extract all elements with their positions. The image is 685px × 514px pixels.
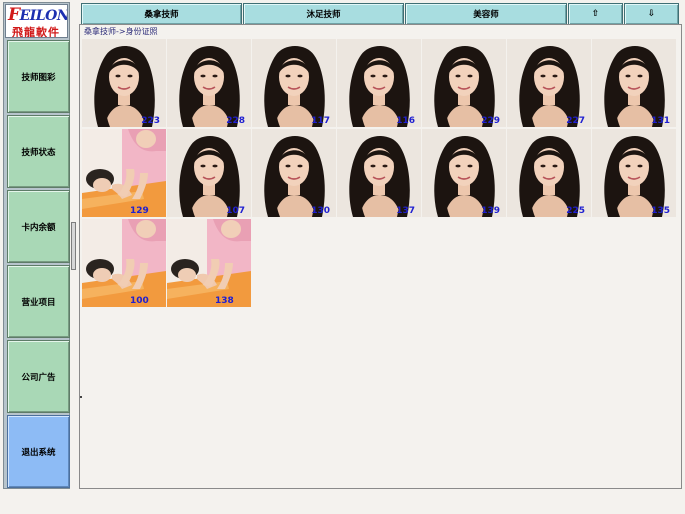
technician-photo[interactable]: 107: [167, 129, 251, 217]
massage-photo-image: [82, 219, 166, 307]
portrait-photo-image: [507, 39, 591, 127]
breadcrumb: 桑拿技师->身份证照: [84, 27, 158, 36]
technician-number: 107: [226, 206, 245, 216]
sidebar-item-label: 公司广告: [21, 372, 56, 383]
company-logo: FEILONG 飛龍軟件: [5, 4, 68, 38]
scroll-down-button[interactable]: ⇩: [624, 3, 679, 25]
sidebar-item-label: 营业项目: [21, 297, 56, 308]
massage-photo-image: [82, 129, 166, 217]
sidebar-item-card-balance[interactable]: 卡内余额: [7, 190, 70, 263]
technician-photo[interactable]: 130: [252, 129, 336, 217]
portrait-photo-image: [167, 129, 251, 217]
technician-number: 225: [566, 206, 585, 216]
technician-number: 137: [396, 206, 415, 216]
technician-number: 129: [130, 206, 149, 216]
technician-photo[interactable]: 225: [507, 129, 591, 217]
technician-photo[interactable]: 135: [592, 129, 676, 217]
technician-photo[interactable]: 100: [82, 219, 166, 307]
tab-beautician[interactable]: 美容师: [405, 3, 567, 25]
technician-number: 228: [226, 116, 245, 126]
technician-number: 139: [481, 206, 500, 216]
exit-button[interactable]: 退出系统: [7, 415, 70, 488]
sidebar-item-label: 技师图彩: [21, 72, 56, 83]
technician-number: 138: [215, 296, 234, 306]
technician-photo[interactable]: 129: [82, 129, 166, 217]
technician-photo[interactable]: 228: [167, 39, 251, 127]
technician-number: 130: [311, 206, 330, 216]
sidebar-item-label: 技师状态: [21, 147, 56, 158]
technician-photo[interactable]: 137: [337, 129, 421, 217]
arrow-down-icon: ⇩: [647, 8, 656, 19]
technician-number: 227: [566, 116, 585, 126]
portrait-photo-image: [252, 39, 336, 127]
technician-number: 117: [311, 116, 330, 126]
portrait-photo-image: [592, 129, 676, 217]
sidebar-scrollbar[interactable]: [71, 222, 76, 270]
portrait-photo-image: [337, 129, 421, 217]
portrait-photo-image: [507, 129, 591, 217]
technician-photo[interactable]: 139: [422, 129, 506, 217]
technician-number: 131: [651, 116, 670, 126]
portrait-photo-image: [592, 39, 676, 127]
technician-photo[interactable]: 117: [252, 39, 336, 127]
technician-number: 100: [130, 296, 149, 306]
portrait-photo-image: [422, 129, 506, 217]
sidebar: FEILONG 飛龍軟件 技师图彩 技师状态 卡内余额 营业项目 公司广告 退出…: [3, 2, 70, 489]
sidebar-item-technician-status[interactable]: 技师状态: [7, 115, 70, 188]
scroll-up-button[interactable]: ⇧: [568, 3, 623, 25]
status-strip: [0, 491, 685, 514]
portrait-photo-image: [337, 39, 421, 127]
technician-photo[interactable]: 227: [507, 39, 591, 127]
portrait-photo-image: [252, 129, 336, 217]
technician-photo[interactable]: 116: [337, 39, 421, 127]
portrait-photo-image: [167, 39, 251, 127]
technician-photo[interactable]: 131: [592, 39, 676, 127]
arrow-up-icon: ⇧: [591, 8, 600, 19]
panel-marker: [80, 396, 82, 398]
technician-number: 116: [396, 116, 415, 126]
sidebar-item-business-items[interactable]: 营业项目: [7, 265, 70, 338]
tab-label: 美容师: [473, 10, 499, 20]
massage-photo-image: [167, 219, 251, 307]
sidebar-item-label: 卡内余额: [21, 222, 56, 233]
exit-button-label: 退出系统: [21, 447, 56, 458]
portrait-photo-image: [82, 39, 166, 127]
portrait-photo-image: [422, 39, 506, 127]
tab-label: 桑拿技师: [144, 10, 179, 20]
technician-number: 135: [651, 206, 670, 216]
technician-number: 223: [141, 116, 160, 126]
photo-panel: 桑拿技师->身份证照 223 228 117 116 229 227 131 1…: [79, 24, 682, 489]
technician-photo[interactable]: 223: [82, 39, 166, 127]
sidebar-item-company-ads[interactable]: 公司广告: [7, 340, 70, 413]
technician-photo[interactable]: 229: [422, 39, 506, 127]
tab-foot-technician[interactable]: 沐足技师: [243, 3, 404, 25]
technician-number: 229: [481, 116, 500, 126]
tab-sauna-technician[interactable]: 桑拿技师: [81, 3, 242, 25]
tab-label: 沐足技师: [306, 10, 341, 20]
sidebar-item-technician-photos[interactable]: 技师图彩: [7, 40, 70, 113]
technician-photo[interactable]: 138: [167, 219, 251, 307]
